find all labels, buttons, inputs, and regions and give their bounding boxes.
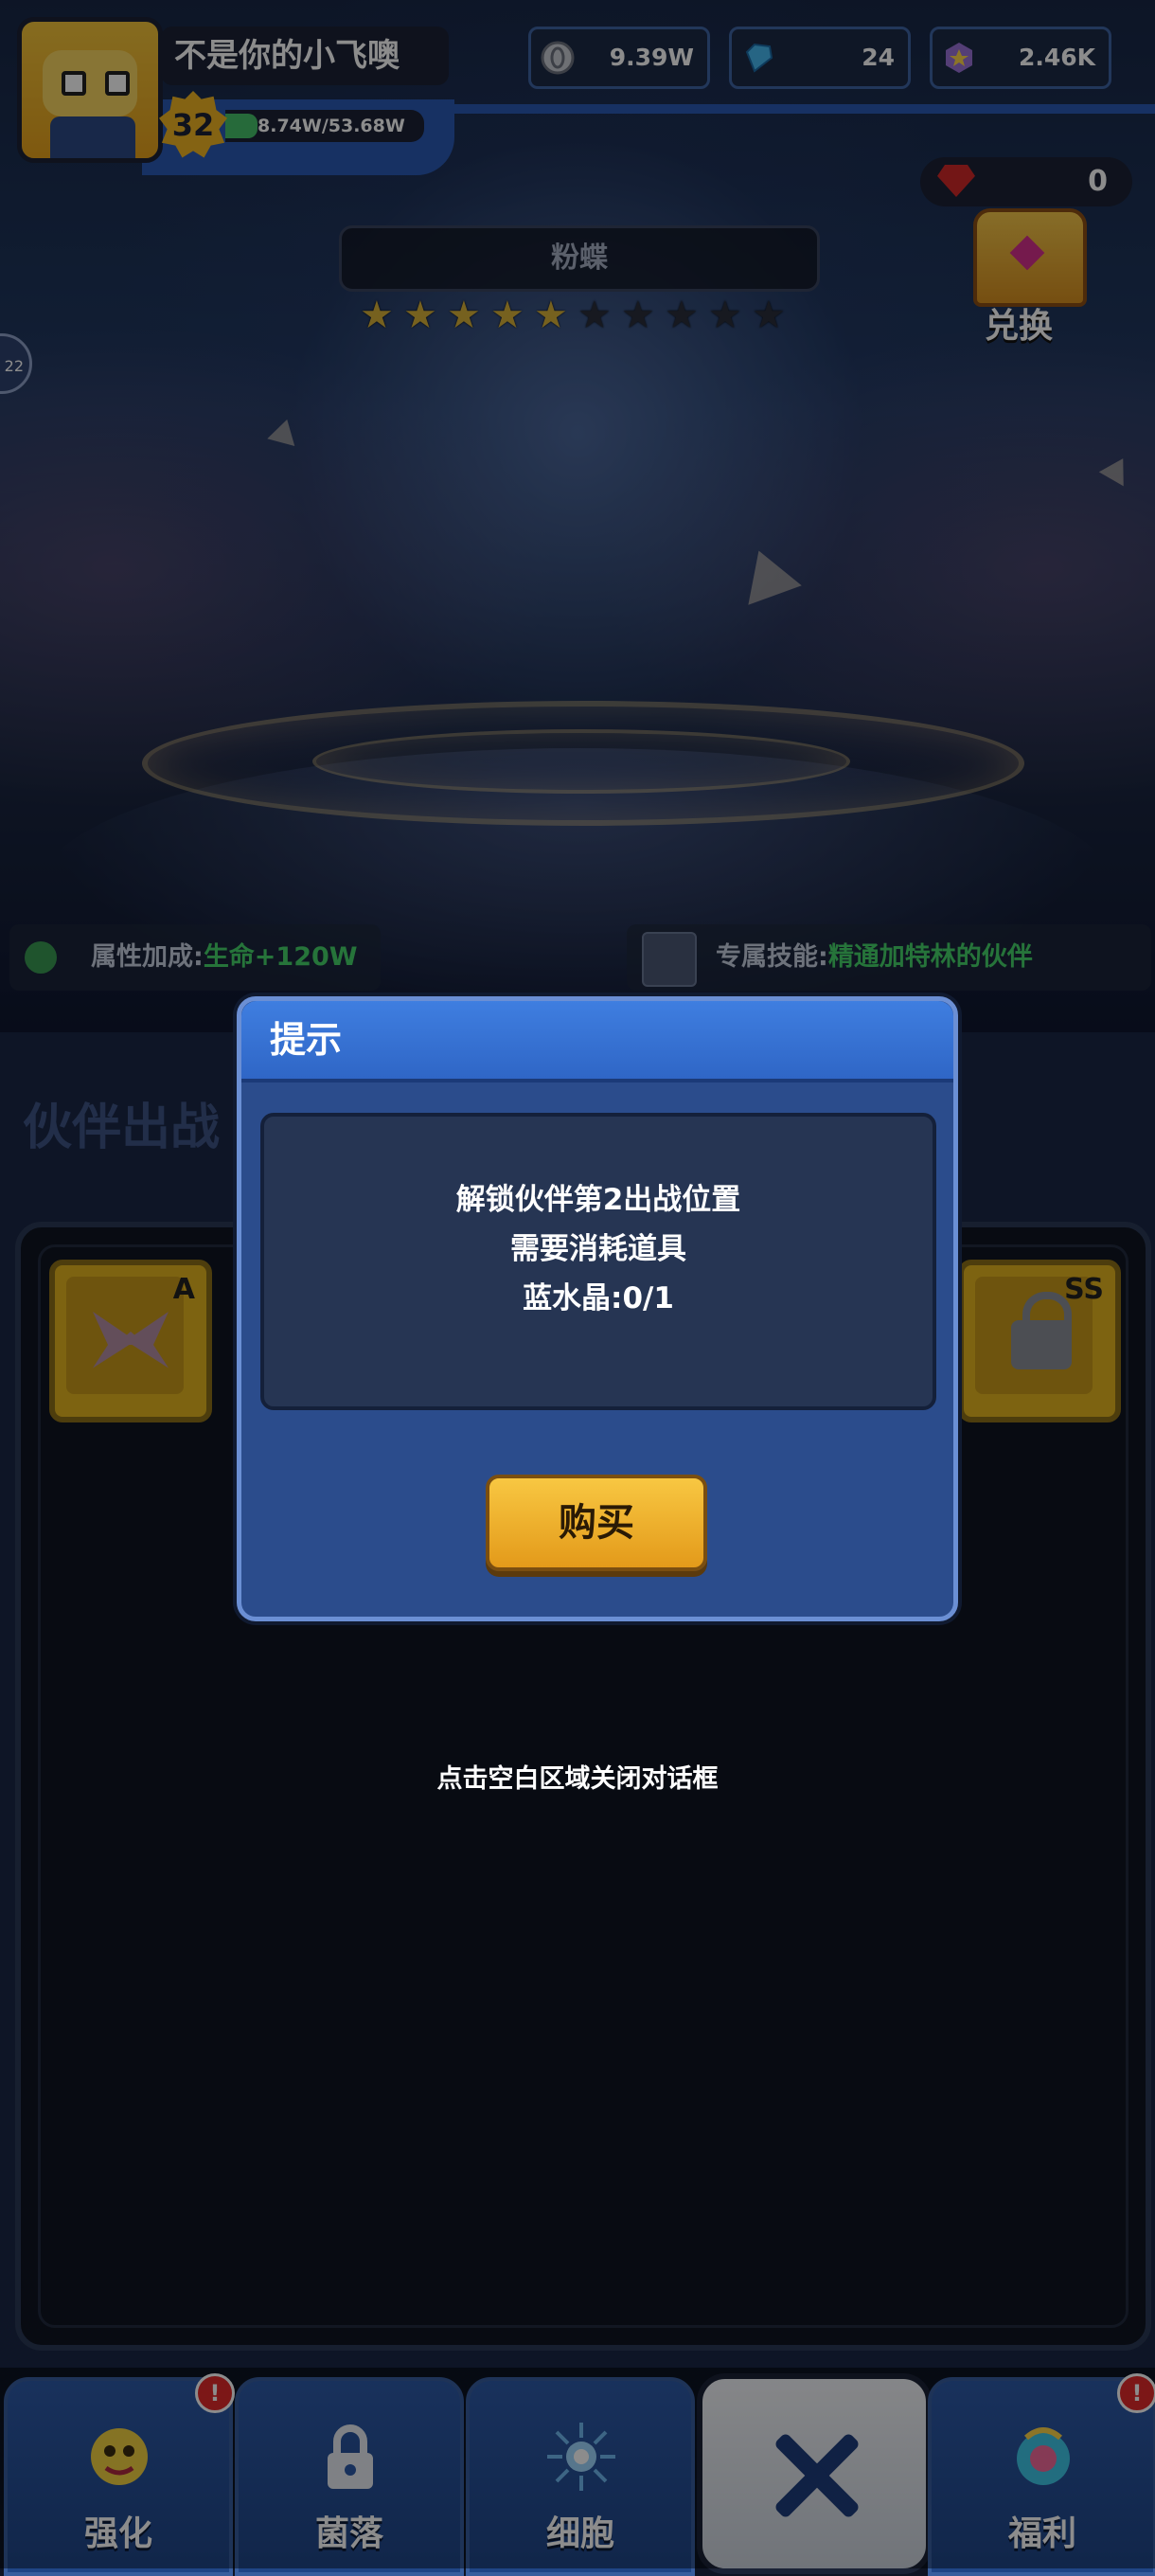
dialog-header: 提示	[241, 1001, 953, 1082]
buy-button[interactable]: 购买	[486, 1475, 707, 1571]
dialog-title: 提示	[270, 1019, 343, 1061]
dialog-line-item-count: 蓝水晶:0/1	[523, 1281, 674, 1315]
unlock-dialog: 提示 解锁伙伴第2出战位置 需要消耗道具 蓝水晶:0/1 购买	[237, 996, 958, 1621]
dialog-body: 解锁伙伴第2出战位置 需要消耗道具 蓝水晶:0/1	[260, 1113, 936, 1410]
dialog-line-unlock: 解锁伙伴第2出战位置	[455, 1183, 741, 1217]
dialog-line-cost: 需要消耗道具	[510, 1232, 686, 1266]
close-hint-text: 点击空白区域关闭对话框	[436, 1764, 719, 1794]
